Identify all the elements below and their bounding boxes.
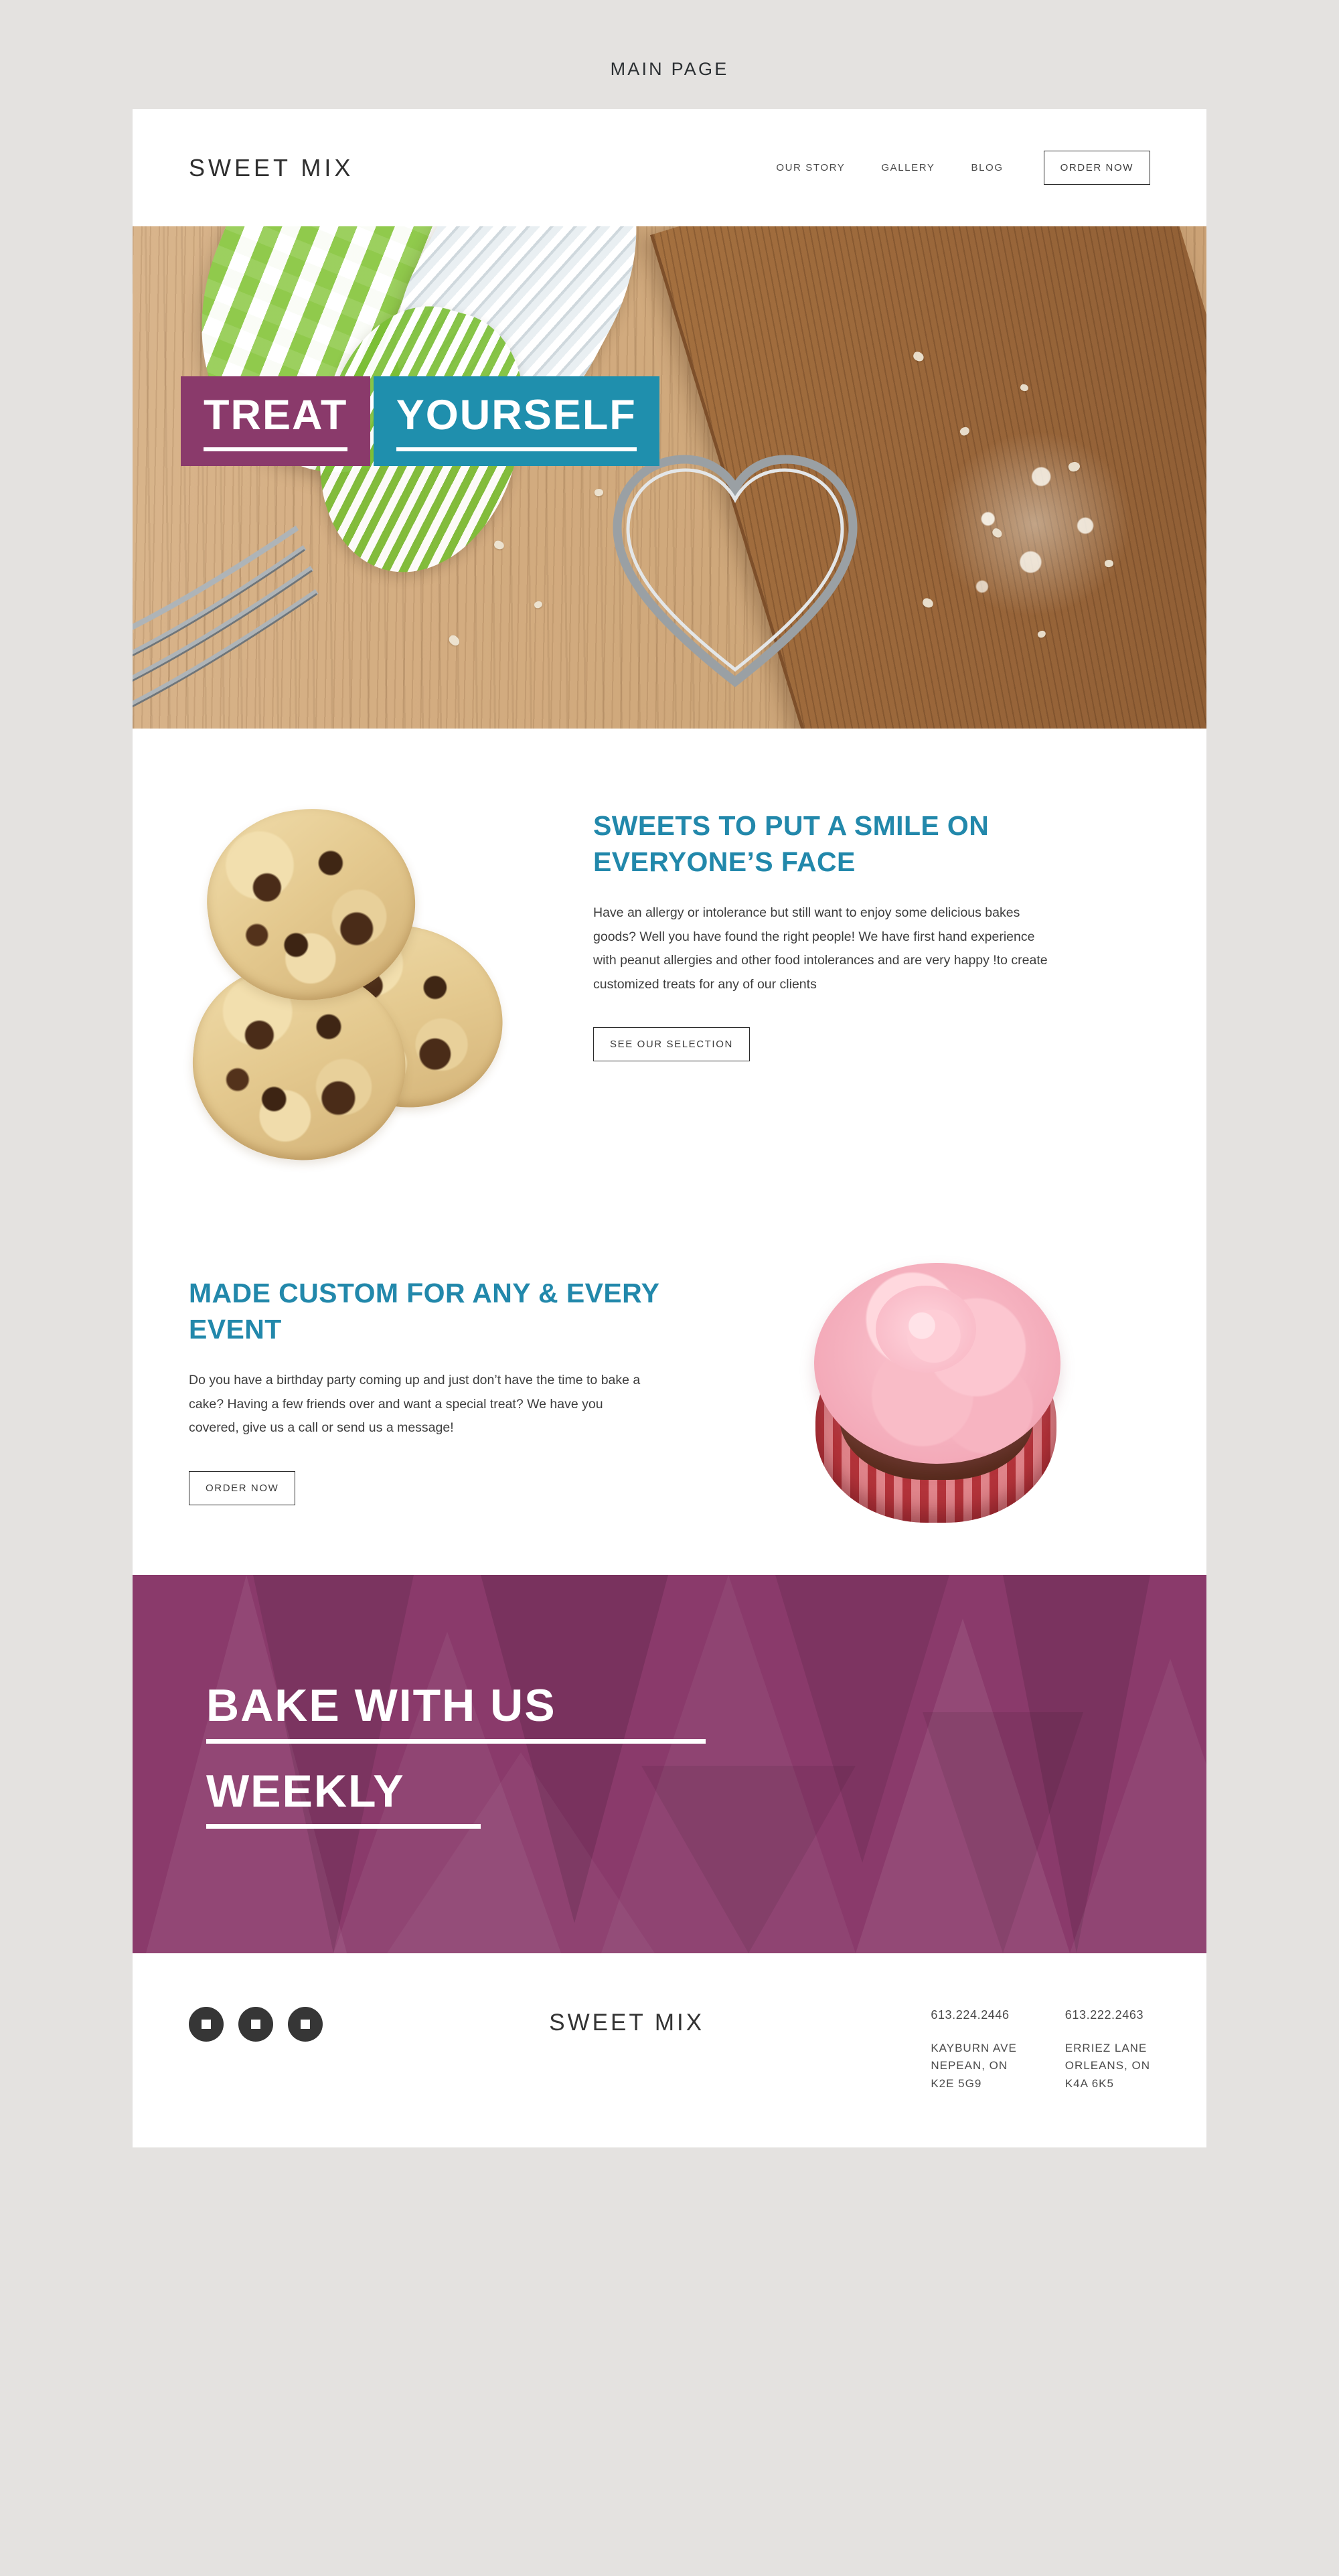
cta-line-1: BAKE WITH US bbox=[206, 1680, 556, 1731]
nav-item-blog[interactable]: BLOG bbox=[971, 162, 1004, 173]
hero-word-treat: TREAT bbox=[181, 376, 371, 467]
site-footer: SWEET MIX 613.224.2446 KAYBURN AVE NEPEA… bbox=[133, 1953, 1206, 2147]
cta-banner: BAKE WITH US WEEKLY bbox=[133, 1575, 1206, 1953]
feature-text-sweets: Have an allergy or intolerance but still… bbox=[593, 905, 1048, 992]
feature-text-custom: Do you have a birthday party coming up a… bbox=[189, 1373, 641, 1436]
contact-address-nepean: KAYBURN AVE NEPEAN, ON K2E 5G9 bbox=[931, 2042, 1017, 2090]
main-nav: OUR STORY GALLERY BLOG ORDER NOW bbox=[776, 151, 1150, 185]
site-header: SWEET MIX OUR STORY GALLERY BLOG ORDER N… bbox=[133, 109, 1206, 226]
features-section: SWEETS TO PUT A SMILE ON EVERYONE’S FACE… bbox=[133, 729, 1206, 1575]
hero-underline-1 bbox=[204, 447, 348, 452]
hero-banner: TREAT YOURSELF bbox=[133, 226, 1206, 729]
whisk-icon bbox=[133, 525, 319, 708]
contact-block-orleans: 613.222.2463 ERRIEZ LANE ORLEANS, ON K4A… bbox=[1065, 2008, 1150, 2093]
cta-headline: BAKE WITH US WEEKLY bbox=[206, 1682, 706, 1829]
page-title: MAIN PAGE bbox=[610, 59, 729, 79]
feature-copy-custom: MADE CUSTOM FOR ANY & EVERY EVENT Do you… bbox=[189, 1260, 775, 1505]
hero-word-yourself-text: YOURSELF bbox=[396, 392, 637, 439]
cta-underline-1 bbox=[206, 1738, 706, 1744]
feature-title-custom: MADE CUSTOM FOR ANY & EVERY EVENT bbox=[189, 1278, 659, 1345]
hero-word-treat-text: TREAT bbox=[204, 392, 348, 439]
nav-item-gallery[interactable]: GALLERY bbox=[881, 162, 935, 173]
feature-title-sweets: SWEETS TO PUT A SMILE ON EVERYONE’S FACE bbox=[593, 810, 990, 878]
contact-block-nepean: 613.224.2446 KAYBURN AVE NEPEAN, ON K2E … bbox=[931, 2008, 1016, 2093]
heart-cookie-cutter-icon bbox=[613, 455, 858, 688]
hero-underline-2 bbox=[396, 447, 637, 452]
cta-line-2: WEEKLY bbox=[206, 1765, 405, 1817]
social-icon-3[interactable] bbox=[288, 2007, 323, 2042]
feature-copy-sweets: SWEETS TO PUT A SMILE ON EVERYONE’S FACE… bbox=[564, 793, 1150, 1062]
cta-underline-2 bbox=[206, 1824, 481, 1829]
hero-photo bbox=[133, 226, 1206, 729]
feature-row-custom: MADE CUSTOM FOR ANY & EVERY EVENT Do you… bbox=[189, 1260, 1150, 1575]
feature-row-sweets: SWEETS TO PUT A SMILE ON EVERYONE’S FACE… bbox=[183, 793, 1150, 1170]
social-icon-1[interactable] bbox=[189, 2007, 224, 2042]
cookies-image bbox=[183, 793, 564, 1170]
site-canvas: SWEET MIX OUR STORY GALLERY BLOG ORDER N… bbox=[133, 109, 1206, 2147]
social-icon-2[interactable] bbox=[238, 2007, 273, 2042]
cupcake-rosette-icon bbox=[876, 1286, 976, 1373]
footer-brand-logo[interactable]: SWEET MIX bbox=[323, 2007, 931, 2036]
hero-headline: TREAT YOURSELF bbox=[181, 358, 659, 467]
see-our-selection-button[interactable]: SEE OUR SELECTION bbox=[593, 1027, 750, 1062]
order-now-button-header[interactable]: ORDER NOW bbox=[1043, 151, 1150, 185]
brand-logo[interactable]: SWEET MIX bbox=[189, 154, 353, 182]
cupcake-image bbox=[775, 1260, 1150, 1575]
contact-phone-orleans[interactable]: 613.222.2463 bbox=[1065, 2008, 1150, 2022]
footer-contacts: 613.224.2446 KAYBURN AVE NEPEAN, ON K2E … bbox=[931, 2007, 1150, 2093]
contact-phone-nepean[interactable]: 613.224.2446 bbox=[931, 2008, 1016, 2022]
social-links bbox=[189, 2007, 323, 2042]
nav-item-our-story[interactable]: OUR STORY bbox=[776, 162, 845, 173]
hero-word-yourself: YOURSELF bbox=[373, 376, 659, 467]
order-now-button-feature[interactable]: ORDER NOW bbox=[189, 1470, 296, 1505]
contact-address-orleans: ERRIEZ LANE ORLEANS, ON K4A 6K5 bbox=[1065, 2042, 1150, 2090]
